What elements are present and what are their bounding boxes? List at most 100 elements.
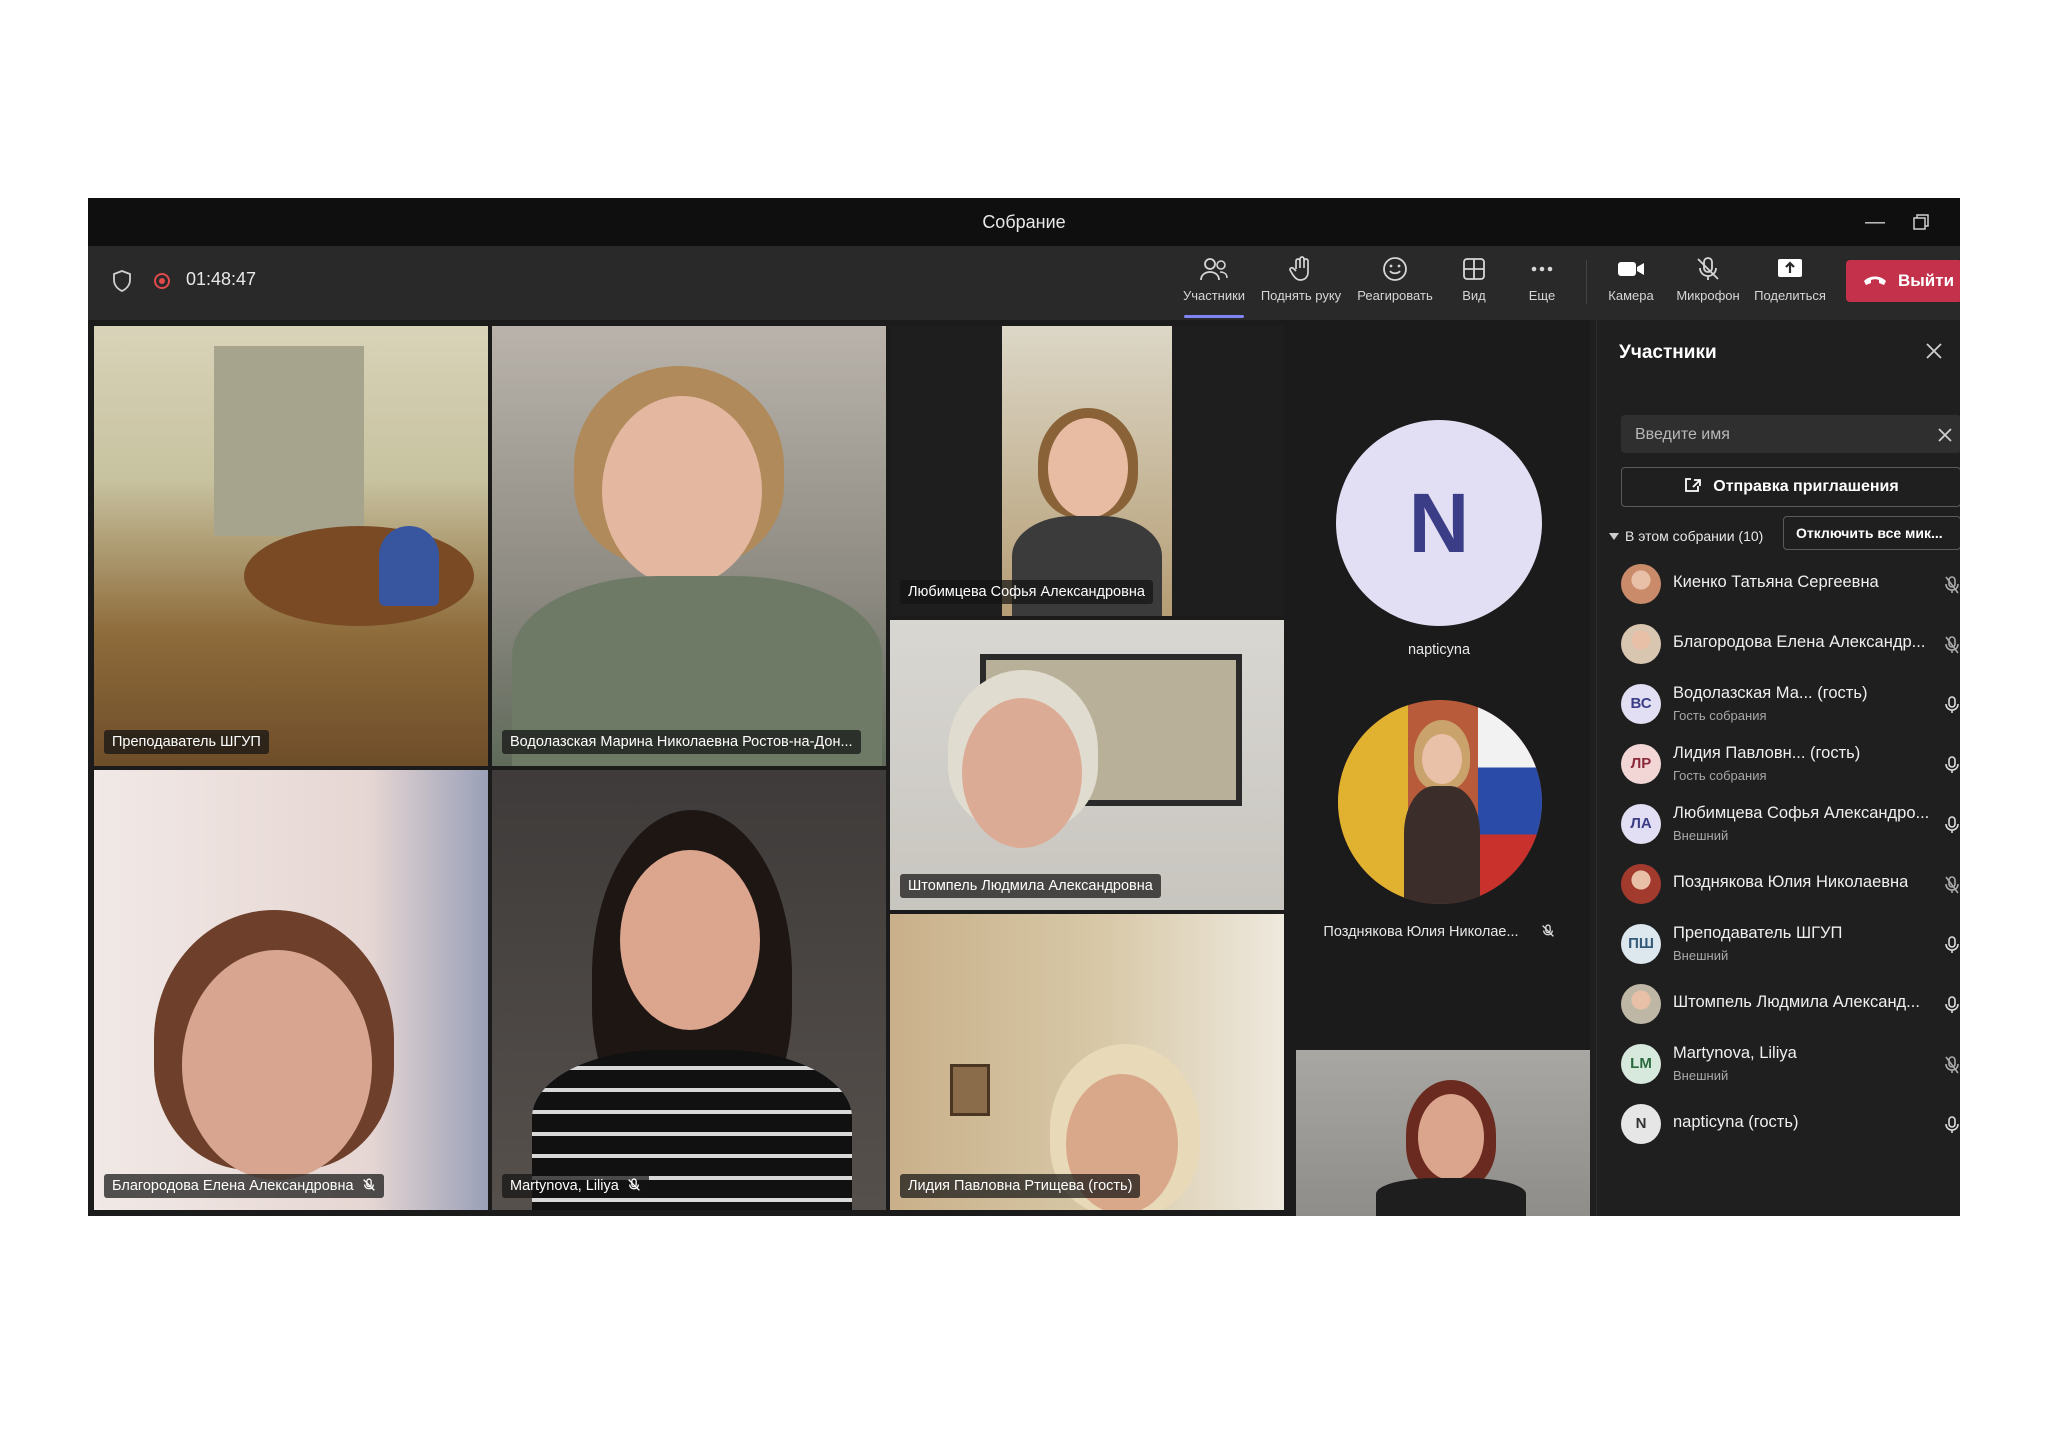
microphone-label: Микрофон [1676,288,1740,303]
mic-muted-icon [1541,924,1554,937]
camera-button[interactable]: Камера [1596,256,1666,314]
participant-caption: Преподаватель ШГУП [104,730,269,754]
minimize-icon[interactable]: — [1852,198,1898,246]
people-icon [1200,258,1228,281]
face-shape [602,396,762,586]
participant-caption: Martynova, Liliya [502,1174,649,1198]
conference-table [244,526,474,626]
avatar-name: napticyna [1407,642,1471,658]
share-button[interactable]: Поделиться [1750,256,1830,314]
participant-row[interactable]: LM Martynova, Liliya Внешний [1597,1036,1960,1094]
participant-row[interactable]: Благородова Елена Александр... [1597,616,1960,674]
mic-icon [1945,996,1959,1019]
participant-role: Внешний [1673,1068,1729,1083]
participant-name: Благородова Елена Александровна [112,1178,354,1194]
participant-role: Внешний [1673,828,1729,843]
mic-icon [1945,816,1959,839]
participant-name: Преподаватель ШГУП [1673,924,1843,942]
more-button[interactable]: Еще [1512,256,1572,314]
avatar[interactable] [1338,700,1542,904]
avatar [1621,624,1661,664]
close-window-icon[interactable]: : [1938,198,1960,246]
leave-button[interactable]: Выйти [1846,260,1960,302]
participant-row[interactable]: ЛА Любимцева Софья Александро... Внешний [1597,796,1960,854]
avatar-name: Позднякова Юлия Николае... [1323,924,1519,940]
mic-muted-icon [1945,576,1959,599]
teams-meeting-window: Собрание — : 01:48:47 Участники Поднять … [88,198,1960,1216]
grid-view-icon [1463,258,1485,280]
video-tile[interactable] [1296,1050,1590,1216]
avatar: N [1621,1104,1661,1144]
mic-icon [1945,1116,1959,1139]
title-bar: Собрание — : [88,198,1960,246]
video-stage: Преподаватель ШГУП Водолазская Марина Ни… [88,320,1590,1216]
mic-muted-icon [1945,876,1959,899]
mic-muted-icon [627,1178,640,1191]
participant-row[interactable]: Киенко Татьяна Сергеевна [1597,556,1960,614]
video-tile[interactable]: Благородова Елена Александровна [94,770,488,1210]
avatar: ЛА [1621,804,1661,844]
meeting-toolbar: 01:48:47 Участники Поднять руку Реагиров… [88,246,1960,320]
video-tile[interactable]: Преподаватель ШГУП [94,326,488,766]
participant-name: Штомпель Людмила Александ... [1673,993,1920,1011]
participant-name: napticyna (гость) [1673,1113,1799,1131]
raise-hand-button[interactable]: Поднять руку [1256,256,1346,314]
participants-button[interactable]: Участники [1176,256,1252,318]
react-button[interactable]: Реагировать [1350,256,1440,314]
participant-row[interactable]: Nnapticyna (гость) [1597,1096,1960,1154]
video-tile[interactable]: Лидия Павловна Ртищева (гость) [890,914,1284,1210]
camera-label: Камера [1608,288,1654,303]
wall-frame [950,1064,990,1116]
view-button[interactable]: Вид [1444,256,1504,314]
avatar-caption: Позднякова Юлия Николае... [1308,924,1570,940]
participant-caption: Штомпель Людмила Александровна [900,874,1161,898]
share-screen-icon [1778,259,1802,277]
participant-name: Позднякова Юлия Николаевна [1673,873,1909,891]
participant-row[interactable]: Позднякова Юлия Николаевна [1597,856,1960,914]
invite-label: Отправка приглашения [1713,478,1899,495]
participant-caption: Лидия Павловна Ртищева (гость) [900,1174,1141,1198]
participant-row[interactable]: Штомпель Людмила Александ... [1597,976,1960,1034]
participant-row[interactable]: ПШ Преподаватель ШГУП Внешний [1597,916,1960,974]
window-title: Собрание [982,212,1066,232]
hand-icon [1289,256,1309,281]
participant-name: Благородова Елена Александр... [1673,633,1926,651]
close-icon[interactable] [1925,342,1943,360]
avatar[interactable]: N [1336,420,1542,626]
video-tile[interactable]: Любимцева Софья Александровна [890,326,1284,616]
participant-row[interactable]: ЛР Лидия Павловн... (гость) Гость собрания [1597,736,1960,794]
share-invite-icon [1685,478,1702,492]
mic-muted-icon [1945,1056,1959,1079]
shirt-shape [1376,1178,1526,1216]
invite-button[interactable]: Отправка приглашения [1621,467,1960,507]
participant-row[interactable]: ВС Водолазская Ма... (гость) Гость собрани… [1597,676,1960,734]
participant-caption: Водолазская Марина Николаевна Ростов-на-… [502,730,861,754]
participant-role: Гость собрания [1673,708,1767,723]
meeting-timer: 01:48:47 [186,269,257,289]
hallway-background [214,346,364,536]
avatar: ЛР [1621,744,1661,784]
face-shape [962,698,1082,848]
video-tile[interactable]: Штомпель Людмила Александровна [890,620,1284,910]
participant-name: Martynova, Liliya [1673,1044,1797,1062]
face-shape [1048,418,1128,518]
search-input[interactable] [1621,415,1937,455]
flag-shape [1478,700,1542,904]
smiley-icon [1383,257,1407,281]
hangup-icon [1864,276,1886,285]
section-toggle[interactable]: В этом собрании (10) [1609,528,1763,544]
dress-shape [1404,786,1480,904]
react-label: Реагировать [1357,288,1433,303]
video-tile[interactable]: Водолазская Марина Николаевна Ростов-на-… [492,326,886,766]
clear-icon[interactable] [1937,427,1953,443]
video-tile[interactable]: Martynova, Liliya [492,770,886,1210]
participant-caption: Любимцева Софья Александровна [900,580,1153,604]
camera-icon [1618,262,1644,276]
flag-shape [1338,700,1408,904]
participant-name: Лидия Павловн... (гость) [1673,744,1861,762]
microphone-button[interactable]: Микрофон [1670,256,1746,314]
avatar: ПШ [1621,924,1661,964]
mute-all-button[interactable]: Отключить все мик... [1783,516,1960,550]
participant-role: Гость собрания [1673,768,1767,783]
participants-label: Участники [1182,288,1246,303]
